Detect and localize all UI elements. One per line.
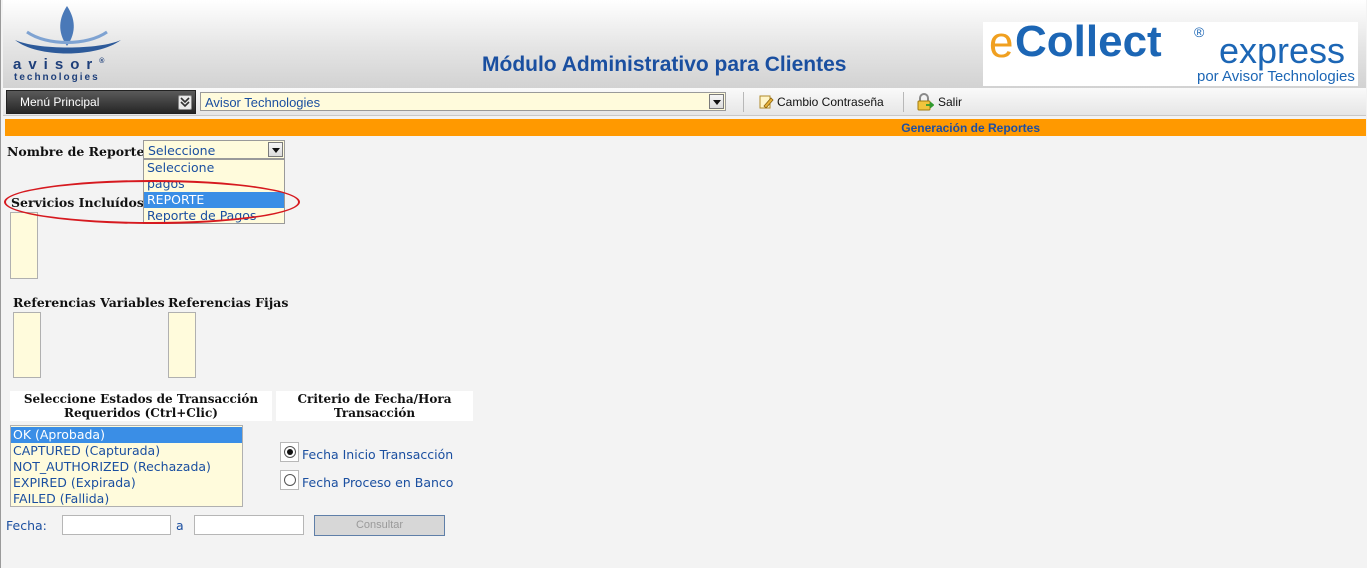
date-to-input[interactable]	[194, 515, 304, 535]
toolbar: Menú Principal Avisor Technologies Cambi…	[3, 88, 1366, 116]
section-title: Generación de Reportes	[901, 121, 1040, 135]
state-option[interactable]: FAILED (Fallida)	[11, 491, 242, 507]
fixed-references-label: Referencias Fijas	[168, 295, 289, 310]
report-option[interactable]: pagos	[144, 176, 284, 192]
date-criteria-header: Criterio de Fecha/Hora Transacción	[276, 391, 473, 421]
report-option-highlighted[interactable]: REPORTE	[144, 192, 284, 208]
ecollect-brand-logo: e Collect ® express por Avisor Technolog…	[983, 17, 1358, 86]
radio-bank-date-wrap[interactable]	[280, 470, 299, 490]
page-title: Módulo Administrativo para Clientes	[482, 53, 847, 76]
consult-button[interactable]: Consultar	[314, 515, 445, 536]
logout-link[interactable]: Salir	[916, 92, 962, 112]
chevron-down-icon[interactable]	[178, 95, 192, 110]
report-name-label: Nombre de Reporte:	[7, 144, 150, 159]
variable-references-list[interactable]	[13, 312, 41, 378]
edit-document-icon	[759, 95, 774, 109]
radio-bank-date-label[interactable]: Fecha Proceso en Banco	[302, 475, 453, 490]
state-option-selected[interactable]: OK (Aprobada)	[11, 427, 242, 443]
company-select-value: Avisor Technologies	[205, 95, 321, 110]
avisor-logo-text: avisor®	[13, 56, 105, 73]
toolbar-divider	[903, 92, 904, 112]
report-name-select[interactable]: Seleccione	[143, 140, 285, 159]
section-header-bar: Generación de Reportes	[5, 119, 1366, 136]
radio-start-date[interactable]	[284, 446, 296, 458]
date-separator: a	[176, 518, 184, 533]
main-menu-button[interactable]: Menú Principal	[6, 90, 196, 114]
avisor-logo-mark-icon	[15, 6, 121, 54]
dropdown-arrow-icon[interactable]	[268, 142, 283, 157]
radio-start-date-wrap[interactable]	[280, 442, 299, 462]
report-options-list[interactable]: Seleccione pagos REPORTE Reporte de Pago…	[143, 159, 285, 224]
date-from-input[interactable]	[62, 515, 171, 535]
date-label: Fecha:	[6, 518, 47, 533]
report-option[interactable]: Reporte de Pagos	[144, 208, 284, 224]
brand-collect: Collect	[1015, 17, 1162, 66]
brand-registered-mark: ®	[1194, 24, 1205, 40]
dropdown-arrow-icon[interactable]	[709, 94, 724, 109]
radio-start-date-label[interactable]: Fecha Inicio Transacción	[302, 447, 453, 462]
change-password-link[interactable]: Cambio Contraseña	[758, 92, 884, 112]
transaction-states-header: Seleccione Estados de Transacción Requer…	[10, 391, 272, 421]
logout-label: Salir	[938, 95, 963, 109]
state-option[interactable]: CAPTURED (Capturada)	[11, 443, 242, 459]
avisor-logo-subtext: technologies	[14, 72, 100, 83]
main-menu-label: Menú Principal	[20, 95, 100, 109]
services-list[interactable]	[10, 212, 38, 279]
state-option[interactable]: NOT_AUTHORIZED (Rechazada)	[11, 459, 242, 475]
transaction-states-list[interactable]: OK (Aprobada) CAPTURED (Capturada) NOT_A…	[10, 425, 243, 507]
variable-references-label: Referencias Variables	[13, 295, 165, 310]
toolbar-divider	[743, 92, 744, 112]
brand-byline: por Avisor Technologies	[1197, 68, 1355, 85]
radio-bank-date[interactable]	[284, 474, 296, 486]
state-option[interactable]: EXPIRED (Expirada)	[11, 475, 242, 491]
company-select[interactable]: Avisor Technologies	[200, 92, 726, 111]
brand-express: express	[1219, 30, 1346, 71]
report-select-value: Seleccione	[148, 143, 216, 158]
avisor-logo: avisor® technologies	[7, 2, 129, 86]
page-header: avisor® technologies Módulo Administrati…	[3, 0, 1366, 88]
lock-exit-icon	[917, 93, 934, 111]
browser-page: avisor® technologies Módulo Administrati…	[0, 0, 1367, 568]
services-included-label: Servicios Incluídos e	[11, 195, 157, 210]
brand-e: e	[989, 18, 1014, 67]
report-option[interactable]: Seleccione	[144, 160, 284, 176]
change-password-label: Cambio Contraseña	[777, 95, 884, 109]
fixed-references-list[interactable]	[168, 312, 196, 378]
